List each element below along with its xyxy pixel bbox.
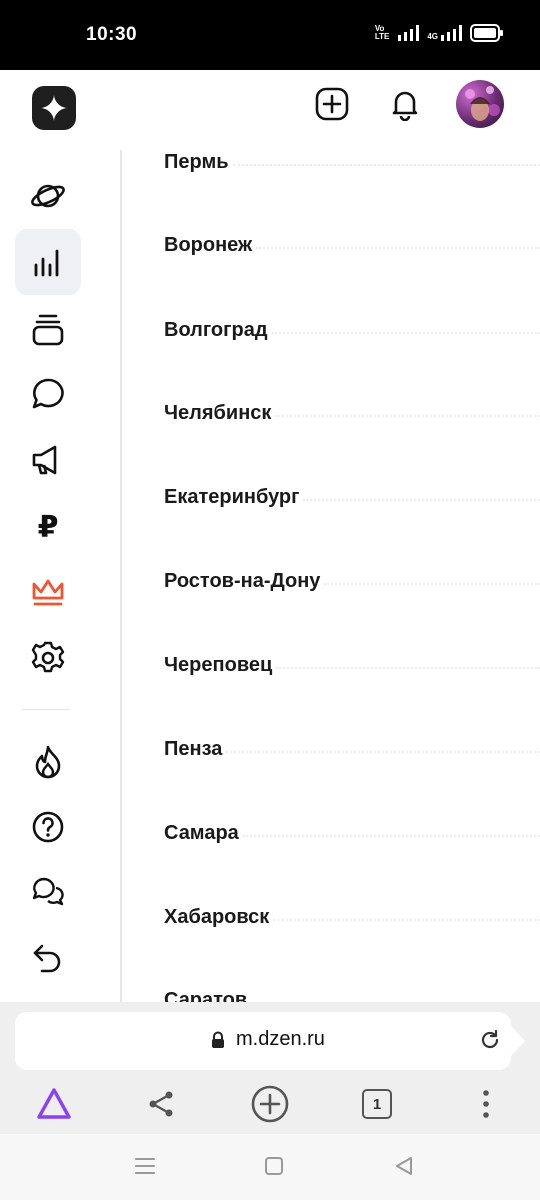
dotted-leader bbox=[303, 499, 540, 501]
tabs-button[interactable]: 1 bbox=[357, 1084, 397, 1124]
city-label: Череповец bbox=[164, 653, 277, 677]
battery-icon bbox=[470, 24, 503, 42]
megaphone-icon bbox=[32, 445, 57, 475]
home-button[interactable] bbox=[262, 1154, 286, 1178]
chat-bubble-icon bbox=[32, 378, 64, 409]
back-arrow-icon bbox=[33, 944, 61, 973]
list-item[interactable]: Ростов-на-Дону bbox=[164, 566, 540, 596]
list-item[interactable]: Воронеж bbox=[164, 230, 540, 260]
list-item[interactable]: Самара bbox=[164, 818, 540, 848]
dotted-leader bbox=[226, 751, 540, 753]
new-tab-button[interactable] bbox=[250, 1084, 290, 1124]
notifications-button[interactable] bbox=[387, 86, 423, 122]
city-label: Воронеж bbox=[164, 233, 257, 257]
dotted-leader bbox=[256, 247, 540, 249]
reload-icon[interactable] bbox=[478, 1028, 502, 1052]
list-item[interactable]: Челябинск bbox=[164, 398, 540, 428]
sidebar-divider bbox=[22, 709, 70, 710]
city-label: Челябинск bbox=[164, 401, 276, 425]
menu-lines-icon bbox=[135, 1158, 155, 1174]
dotted-leader bbox=[276, 667, 540, 669]
triangle-back-icon bbox=[396, 1157, 412, 1175]
bar-chart-icon bbox=[34, 249, 59, 277]
city-label: Саратов bbox=[164, 988, 252, 1002]
list-item[interactable]: Череповец bbox=[164, 650, 540, 680]
sidebar-item-settings[interactable] bbox=[24, 634, 72, 682]
menu-button[interactable] bbox=[466, 1084, 506, 1124]
list-item[interactable]: Екатеринбург bbox=[164, 482, 540, 512]
status-time: 10:30 bbox=[86, 24, 138, 45]
url-text[interactable]: m.dzen.ru bbox=[236, 1028, 325, 1051]
share-button[interactable] bbox=[141, 1084, 181, 1124]
planet-icon bbox=[31, 184, 65, 208]
sidebar-border bbox=[120, 150, 122, 1002]
bell-icon bbox=[392, 91, 418, 121]
user-avatar[interactable] bbox=[456, 80, 504, 128]
square-icon bbox=[265, 1157, 283, 1175]
alice-icon bbox=[37, 1088, 71, 1119]
sidebar-item-help[interactable] bbox=[24, 803, 72, 851]
city-label: Пенза bbox=[164, 737, 227, 761]
list-item[interactable]: Волгоград bbox=[164, 315, 540, 345]
list-item[interactable]: Пенза bbox=[164, 734, 540, 764]
dotted-leader bbox=[275, 415, 540, 417]
avatar-image bbox=[465, 86, 500, 121]
add-button[interactable] bbox=[314, 86, 350, 122]
sidebar-item-premium[interactable] bbox=[24, 568, 72, 616]
dotted-leader bbox=[273, 919, 540, 921]
tabs-count: 1 bbox=[372, 1095, 382, 1113]
signal-icon-2 bbox=[441, 25, 462, 41]
sidebar-item-messages[interactable] bbox=[24, 370, 72, 418]
dotted-leader bbox=[232, 164, 540, 166]
signal-icon bbox=[398, 25, 420, 41]
city-label: Хабаровск bbox=[164, 905, 274, 929]
plus-circle-icon bbox=[251, 1085, 289, 1123]
plus-square-icon bbox=[315, 87, 349, 121]
sidebar-item-statistics[interactable] bbox=[24, 238, 72, 286]
dotted-leader bbox=[271, 332, 540, 334]
gear-icon bbox=[31, 641, 65, 673]
dzen-logo[interactable] bbox=[32, 86, 76, 130]
list-item[interactable]: Хабаровск bbox=[164, 902, 540, 932]
star-logo-icon bbox=[41, 95, 67, 121]
city-label: Самара bbox=[164, 821, 243, 845]
dotted-leader bbox=[324, 583, 540, 585]
sidebar-item-feed[interactable] bbox=[24, 172, 72, 220]
stack-icon bbox=[32, 314, 64, 346]
comments-icon bbox=[32, 877, 64, 906]
sidebar-item-monetization[interactable]: ₽ bbox=[24, 503, 72, 551]
city-label: Екатеринбург bbox=[164, 485, 304, 509]
help-icon bbox=[32, 811, 64, 843]
sidebar-item-trending[interactable] bbox=[24, 738, 72, 786]
list-item[interactable]: Саратов bbox=[164, 985, 540, 1002]
city-label: Волгоград bbox=[164, 318, 272, 342]
more-vertical-icon bbox=[483, 1090, 489, 1118]
sidebar-item-subscriptions[interactable] bbox=[24, 306, 72, 354]
share-icon bbox=[149, 1091, 173, 1117]
status-bar: 10:30 Vo LTE 4G bbox=[0, 0, 540, 70]
lock-icon bbox=[212, 1031, 224, 1048]
crown-icon bbox=[32, 579, 64, 606]
sidebar-item-feedback[interactable] bbox=[24, 868, 72, 916]
list-item[interactable]: Пермь bbox=[164, 150, 540, 177]
city-list: Пермь Воронеж Волгоград Челябинск Екатер… bbox=[164, 150, 540, 1002]
fire-icon bbox=[35, 745, 61, 779]
back-button[interactable] bbox=[392, 1154, 416, 1178]
status-icons: Vo LTE 4G bbox=[375, 24, 504, 42]
city-label: Ростов-на-Дону bbox=[164, 569, 325, 593]
sidebar-item-back[interactable] bbox=[24, 934, 72, 982]
city-label: Пермь bbox=[164, 150, 233, 174]
volte-indicator: Vo LTE bbox=[374, 24, 390, 41]
sidebar-item-promotion[interactable] bbox=[24, 436, 72, 484]
network-type: 4G bbox=[427, 25, 462, 41]
recents-button[interactable] bbox=[133, 1154, 157, 1178]
alice-button[interactable] bbox=[34, 1084, 74, 1124]
dotted-leader bbox=[242, 835, 540, 837]
tabs-count-icon: 1 bbox=[362, 1089, 392, 1119]
ruble-icon: ₽ bbox=[37, 510, 59, 544]
